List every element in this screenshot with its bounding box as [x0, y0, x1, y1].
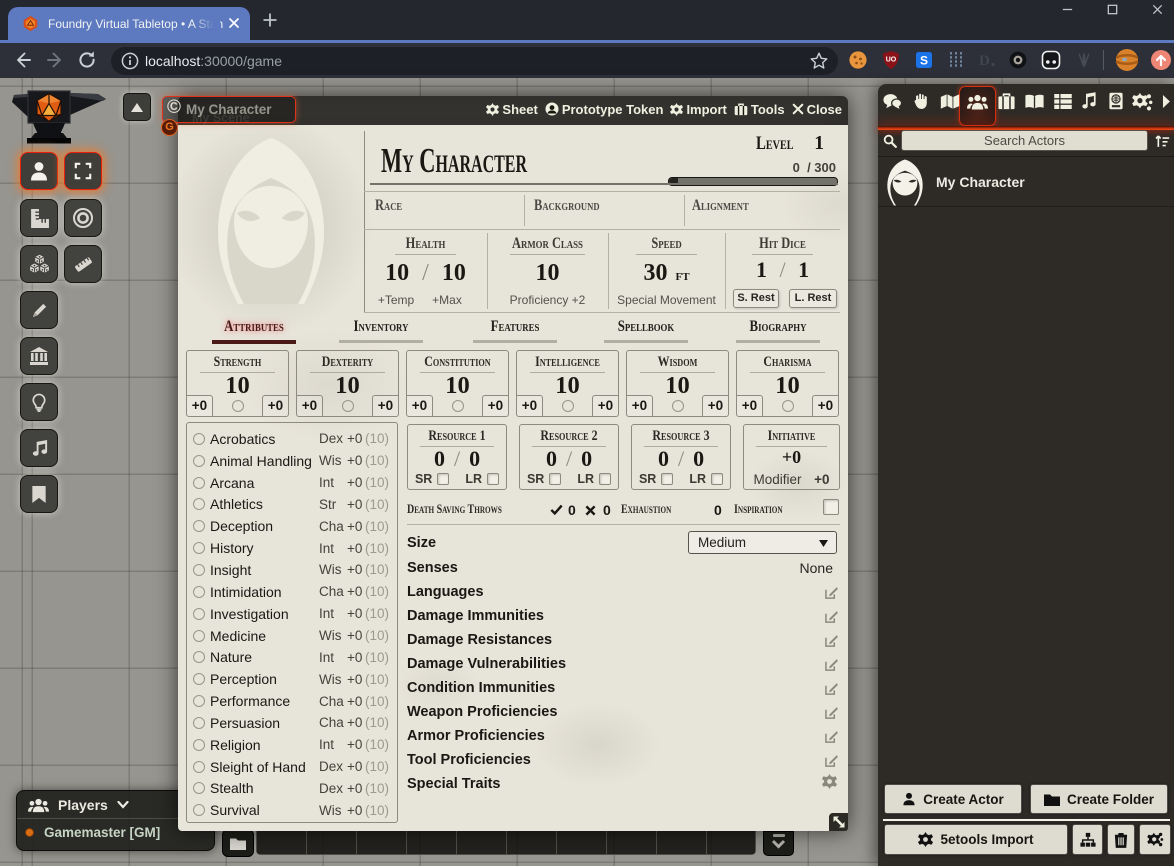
- svg-text:S: S: [920, 54, 928, 68]
- svg-text:UO: UO: [886, 57, 897, 64]
- svg-text:D: D: [979, 53, 990, 69]
